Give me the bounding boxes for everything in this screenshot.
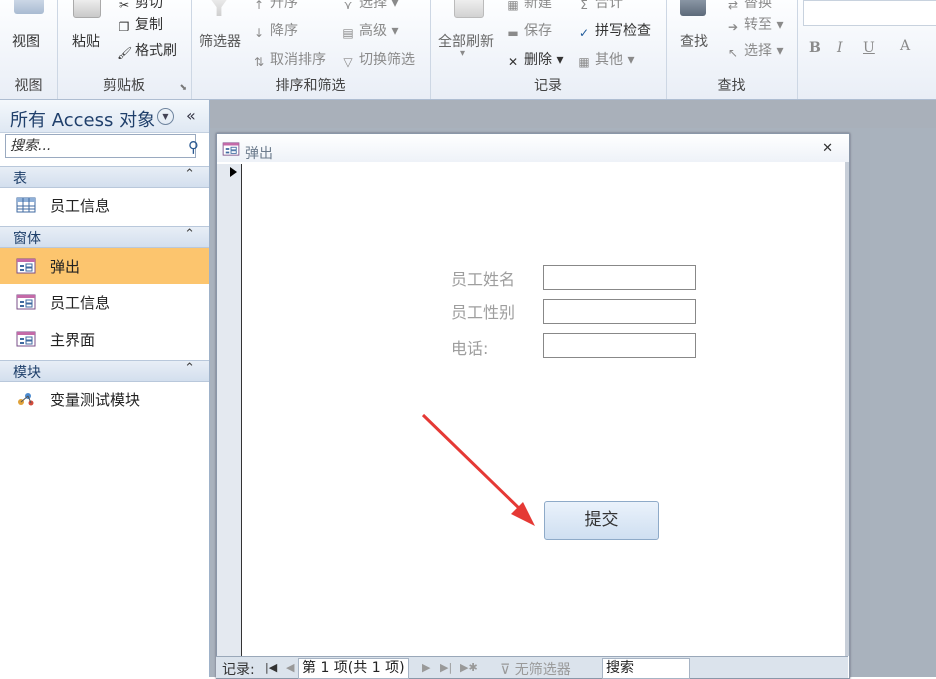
first-record-icon[interactable]: |◀	[265, 661, 277, 674]
previous-record-icon[interactable]: ◀	[286, 661, 294, 674]
current-record-box[interactable]: 第 1 项(共 1 项)	[298, 658, 409, 679]
record-label: 记录:	[222, 662, 255, 678]
next-record-icon[interactable]: ▶	[422, 661, 430, 674]
filter-off-icon: ⊽	[500, 662, 515, 678]
last-record-icon[interactable]: ▶|	[440, 661, 452, 674]
no-filter-button[interactable]: ⊽ 无筛选器	[500, 659, 571, 679]
record-search-box[interactable]: 搜索	[602, 658, 690, 679]
record-navigation-bar: 记录: |◀ ◀ 第 1 项(共 1 项) ▶ ▶| ▶✱ ⊽ 无筛选器 搜索	[216, 656, 848, 679]
new-record-nav-icon[interactable]: ▶✱	[460, 661, 478, 674]
annotation-arrow-icon	[421, 413, 535, 526]
